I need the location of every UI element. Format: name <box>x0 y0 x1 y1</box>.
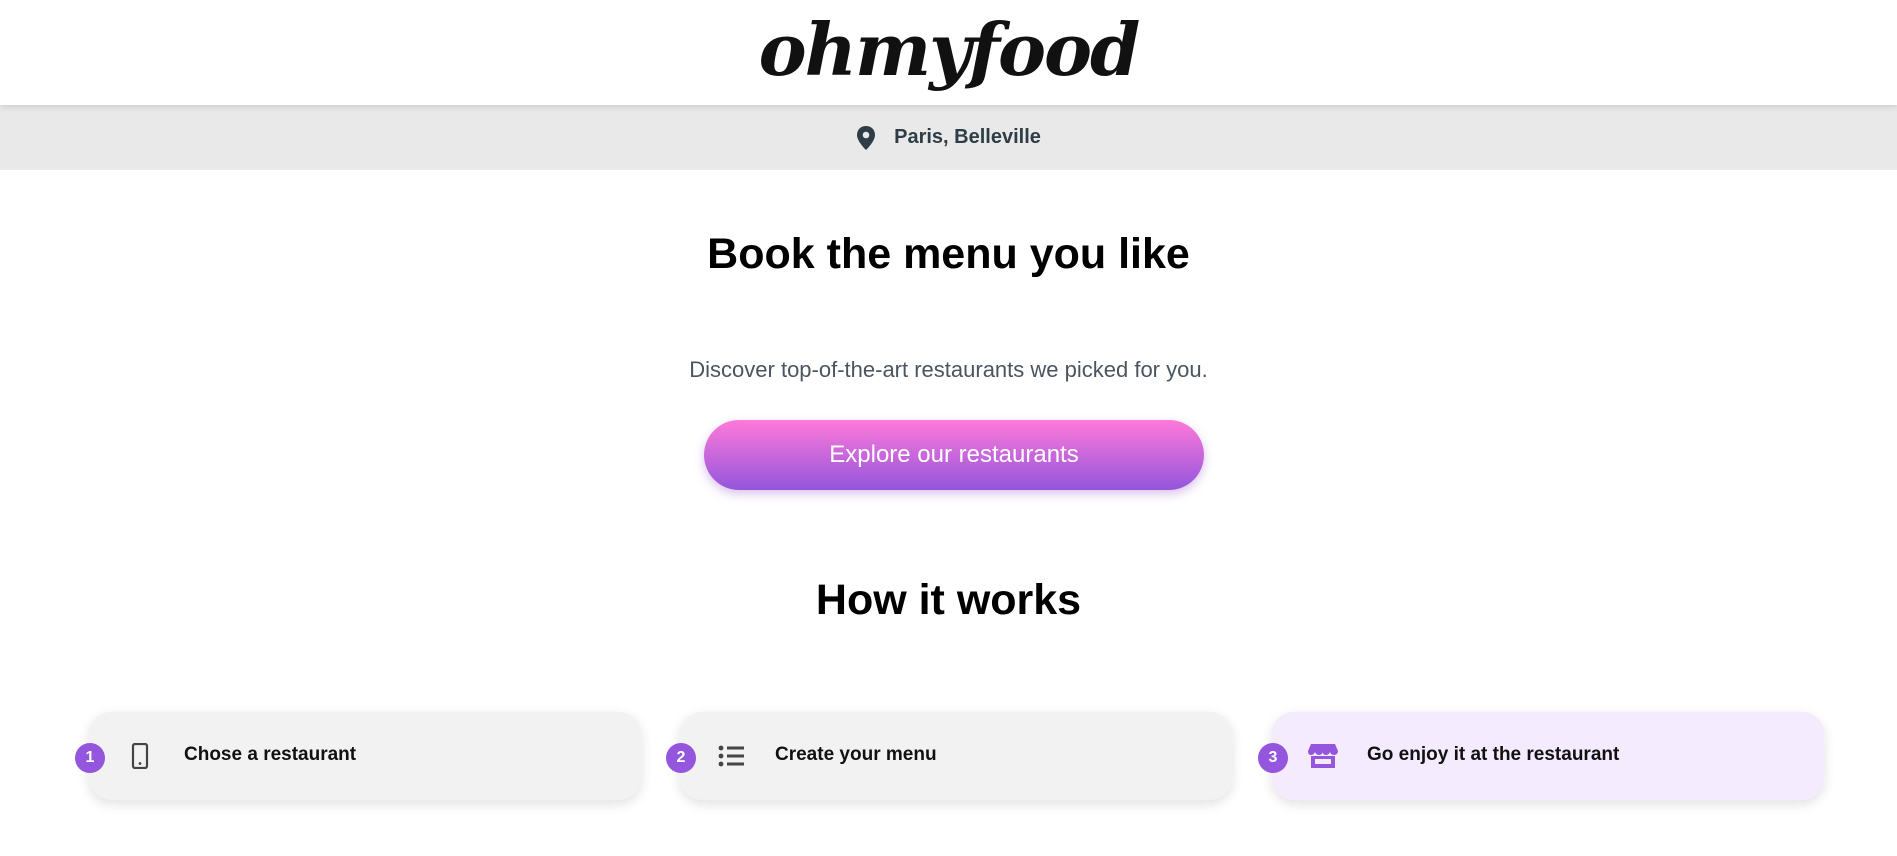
step-card-enjoy-restaurant[interactable]: 3 Go enjoy it at the restaurant <box>1258 712 1824 800</box>
map-pin-icon <box>856 125 876 150</box>
list-icon <box>716 742 746 770</box>
location-text[interactable]: Paris, Belleville <box>894 126 1041 149</box>
step-number-badge: 2 <box>666 743 696 773</box>
hero-title: Book the menu you like <box>707 230 1190 278</box>
location-bar: Paris, Belleville <box>0 105 1897 170</box>
ohmyfood-logo[interactable]: ohmyfood <box>759 7 1141 92</box>
step-number-badge: 3 <box>1258 743 1288 773</box>
step-card-choose-restaurant[interactable]: 1 Chose a restaurant <box>75 712 641 800</box>
phone-icon <box>125 742 155 770</box>
step-label: Create your menu <box>775 744 937 765</box>
step-card-create-menu[interactable]: 2 Create your menu <box>666 712 1232 800</box>
how-it-works-title: How it works <box>815 576 1082 624</box>
hero-subtitle: Discover top-of-the-art restaurants we p… <box>689 357 1208 382</box>
store-icon <box>1308 742 1338 770</box>
explore-restaurants-button[interactable]: Explore our restaurants <box>704 420 1204 490</box>
site-header: ohmyfood <box>0 0 1897 105</box>
step-label: Chose a restaurant <box>184 744 357 765</box>
step-label: Go enjoy it at the restaurant <box>1367 744 1620 765</box>
step-number-badge: 1 <box>75 743 105 773</box>
